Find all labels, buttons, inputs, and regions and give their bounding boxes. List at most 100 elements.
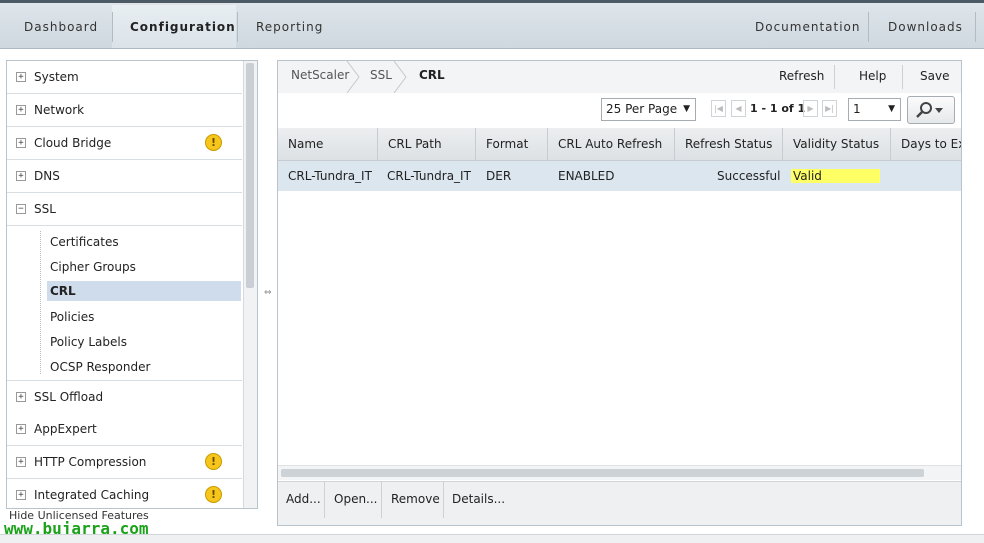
- column-header-days-to-expiry[interactable]: Days to Exp: [891, 128, 961, 160]
- refresh-button[interactable]: Refresh: [779, 69, 824, 83]
- sidebar-item-ssl[interactable]: − SSL: [7, 193, 242, 226]
- sidebar-subitem-certificates[interactable]: Certificates: [7, 230, 242, 255]
- cell-refresh-status: Successful: [717, 169, 781, 183]
- pager-bar: 25 Per Page ▼ |◀ ◀ 1 - 1 of 1 ▶ ▶| 1 ▼: [278, 93, 961, 127]
- column-header-crl-path[interactable]: CRL Path: [378, 128, 476, 160]
- nav-separator: [975, 12, 976, 42]
- sidebar-item-cloud-bridge[interactable]: + Cloud Bridge !: [7, 127, 242, 160]
- sidebar-item-ssl-offload[interactable]: + SSL Offload: [7, 380, 242, 414]
- column-header-label: Name: [288, 137, 324, 151]
- main-panel: NetScaler SSL CRL Refresh Help Save 25 P…: [277, 60, 962, 526]
- plus-icon[interactable]: +: [16, 392, 26, 402]
- downloads-link[interactable]: Downloads: [888, 20, 963, 34]
- documentation-link[interactable]: Documentation: [755, 20, 861, 34]
- action-toolbar: Add... Open... Remove Details...: [278, 481, 961, 525]
- toolbar-separator: [443, 482, 444, 518]
- last-page-icon[interactable]: ▶|: [822, 100, 837, 117]
- page-range-text: 1 - 1 of 1: [750, 102, 806, 115]
- add-button[interactable]: Add...: [286, 492, 321, 506]
- open-button[interactable]: Open...: [334, 492, 378, 506]
- nav-separator: [237, 12, 238, 42]
- warning-icon: !: [205, 486, 222, 503]
- navigation-sidebar: + System + Network + Cloud Bridge ! + DN…: [6, 60, 258, 509]
- minus-icon[interactable]: −: [16, 204, 26, 214]
- cell-format: DER: [486, 169, 512, 183]
- search-icon: [916, 102, 943, 118]
- first-page-icon[interactable]: |◀: [711, 100, 726, 117]
- nav-separator: [868, 12, 869, 42]
- plus-icon[interactable]: +: [16, 72, 26, 82]
- cell-validity-status: Valid: [793, 169, 822, 183]
- breadcrumb-ssl[interactable]: SSL: [370, 68, 392, 82]
- sidebar-item-integrated-caching[interactable]: + Integrated Caching !: [7, 479, 242, 508]
- per-page-select[interactable]: 25 Per Page ▼: [601, 98, 696, 121]
- horizontal-scrollbar[interactable]: [278, 465, 961, 480]
- plus-icon[interactable]: +: [16, 457, 26, 467]
- column-header-label: Validity Status: [793, 137, 880, 151]
- sidebar-subitem-policies[interactable]: Policies: [7, 305, 242, 330]
- previous-page-icon[interactable]: ◀: [731, 100, 746, 117]
- selection-highlight: [47, 281, 241, 301]
- tab-configuration[interactable]: Configuration: [130, 20, 236, 34]
- sidebar-item-system[interactable]: + System: [7, 61, 242, 94]
- sidebar-subitem-label: Certificates: [50, 235, 119, 249]
- tab-dashboard[interactable]: Dashboard: [24, 20, 98, 34]
- tab-reporting[interactable]: Reporting: [256, 20, 323, 34]
- help-button[interactable]: Help: [859, 69, 886, 83]
- sidebar-item-label: SSL: [34, 202, 56, 216]
- table-row[interactable]: CRL-Tundra_IT CRL-Tundra_IT DER ENABLED …: [278, 161, 961, 191]
- remove-button[interactable]: Remove: [391, 492, 440, 506]
- column-header-name[interactable]: Name: [278, 128, 378, 160]
- top-navigation: Dashboard Configuration Reporting Docume…: [0, 0, 984, 49]
- sidebar-subitem-crl[interactable]: CRL: [7, 281, 242, 306]
- action-separator: [834, 65, 835, 89]
- column-header-label: CRL Auto Refresh: [558, 137, 663, 151]
- sidebar-item-network[interactable]: + Network: [7, 94, 242, 127]
- column-header-refresh-status[interactable]: Refresh Status: [675, 128, 783, 160]
- plus-icon[interactable]: +: [16, 105, 26, 115]
- sidebar-subitem-label: OCSP Responder: [50, 360, 151, 374]
- splitter-handle[interactable]: ⇔: [264, 288, 272, 298]
- sidebar-item-appexpert[interactable]: + AppExpert: [7, 413, 242, 446]
- action-separator: [902, 65, 903, 89]
- next-page-icon[interactable]: ▶: [803, 100, 818, 117]
- breadcrumb-chevron-icon: [346, 61, 360, 93]
- sidebar-item-label: AppExpert: [34, 422, 97, 436]
- sidebar-subitem-label: Policy Labels: [50, 335, 127, 349]
- search-button[interactable]: [907, 96, 955, 124]
- column-header-label: CRL Path: [388, 137, 442, 151]
- sidebar-item-label: SSL Offload: [34, 390, 104, 404]
- sidebar-subitem-cipher-groups[interactable]: Cipher Groups: [7, 255, 242, 280]
- scrollbar-thumb[interactable]: [281, 469, 924, 477]
- column-header-crl-auto-refresh[interactable]: CRL Auto Refresh: [548, 128, 675, 160]
- sidebar-item-http-compression[interactable]: + HTTP Compression !: [7, 446, 242, 479]
- sidebar-scrollbar[interactable]: [243, 61, 257, 508]
- cell-name: CRL-Tundra_IT: [288, 169, 372, 183]
- scrollbar-thumb[interactable]: [246, 63, 254, 288]
- plus-icon[interactable]: +: [16, 424, 26, 434]
- plus-icon[interactable]: +: [16, 490, 26, 500]
- warning-icon: !: [205, 453, 222, 470]
- breadcrumb-crl: CRL: [419, 68, 445, 82]
- sidebar-item-label: Integrated Caching: [34, 488, 150, 502]
- sidebar-item-dns[interactable]: + DNS: [7, 160, 242, 193]
- nav-separator: [112, 12, 113, 42]
- column-header-validity-status[interactable]: Validity Status: [783, 128, 891, 160]
- plus-icon[interactable]: +: [16, 138, 26, 148]
- column-header-format[interactable]: Format: [476, 128, 548, 160]
- sidebar-item-label: HTTP Compression: [34, 455, 147, 469]
- top-strip: [0, 0, 984, 3]
- save-button[interactable]: Save: [920, 69, 949, 83]
- sidebar-subitem-policy-labels[interactable]: Policy Labels: [7, 330, 242, 355]
- breadcrumb-netscaler[interactable]: NetScaler: [291, 68, 349, 82]
- sidebar-subitem-label: Cipher Groups: [50, 260, 136, 274]
- cell-auto-refresh: ENABLED: [558, 169, 615, 183]
- dropdown-arrow-icon: ▼: [683, 104, 690, 114]
- page-number-select[interactable]: 1 ▼: [848, 98, 901, 121]
- plus-icon[interactable]: +: [16, 171, 26, 181]
- details-button[interactable]: Details...: [452, 492, 505, 506]
- sidebar-subitem-ocsp-responder[interactable]: OCSP Responder: [7, 355, 242, 380]
- column-header-label: Days to Exp: [901, 137, 961, 151]
- breadcrumb: NetScaler SSL CRL Refresh Help Save: [278, 61, 961, 94]
- dropdown-arrow-icon: ▼: [888, 104, 895, 114]
